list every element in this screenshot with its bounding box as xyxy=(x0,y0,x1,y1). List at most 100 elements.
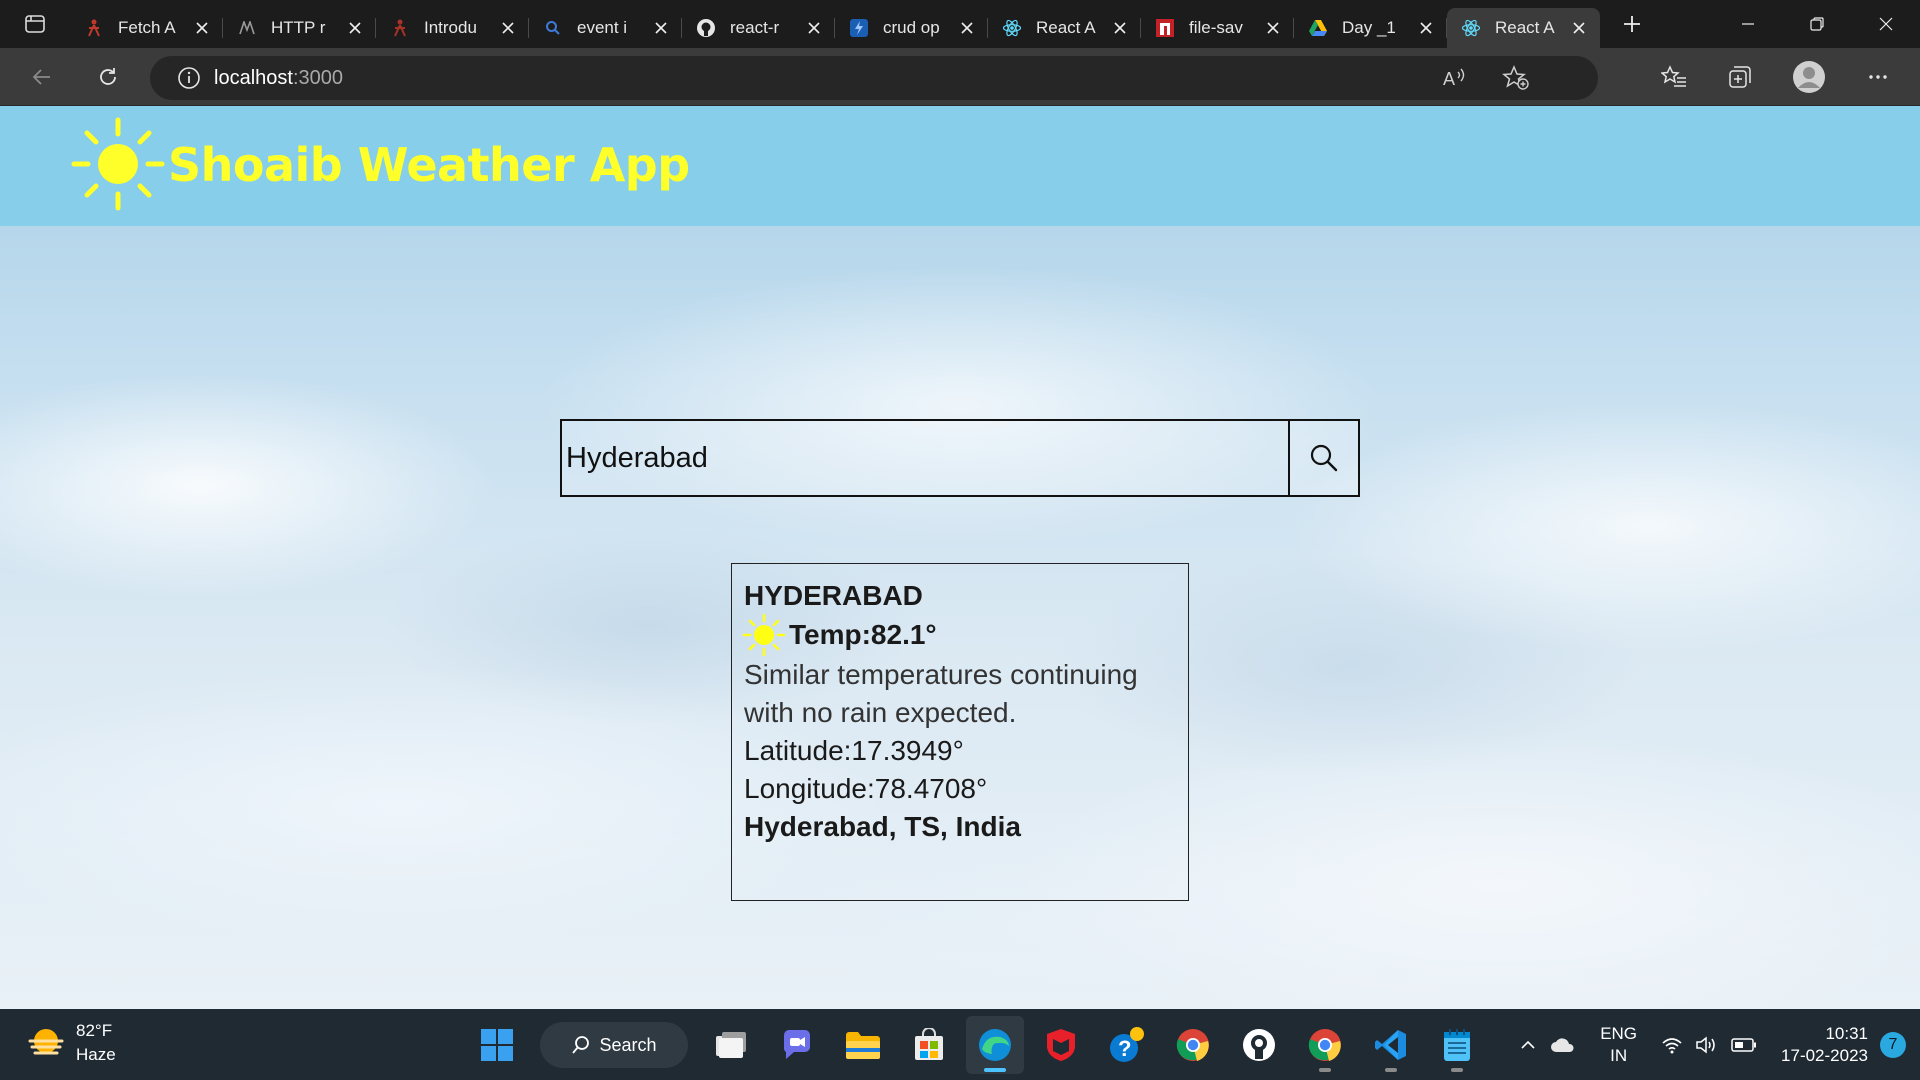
browser-tab-strip: Fetch A HTTP r Introdu event i react-r c… xyxy=(0,0,1920,48)
react-icon xyxy=(1002,18,1022,38)
running-indicator xyxy=(1451,1068,1463,1072)
minimize-icon xyxy=(1741,23,1754,25)
tab-title: Introdu xyxy=(424,18,477,37)
browser-tab[interactable]: event i xyxy=(529,8,682,48)
read-aloud-icon[interactable]: A xyxy=(1442,66,1468,95)
language-code: ENG xyxy=(1600,1023,1638,1043)
city-name: HYDERABAD xyxy=(744,580,923,611)
collections-button[interactable] xyxy=(1718,55,1762,99)
folder-icon xyxy=(846,1032,880,1059)
city-search-form xyxy=(560,419,1360,497)
edge-icon xyxy=(979,1029,1011,1061)
mcafee-button[interactable] xyxy=(1032,1016,1090,1074)
weather-widget[interactable]: 82°F Haze xyxy=(26,1019,116,1067)
notepad-icon xyxy=(1444,1029,1470,1061)
edge-browser-button[interactable] xyxy=(966,1016,1024,1074)
browser-tab[interactable]: Introdu xyxy=(376,8,529,48)
address-bar[interactable]: localhost:3000 A xyxy=(150,56,1598,100)
close-tab-icon[interactable] xyxy=(1415,17,1437,39)
vscode-button[interactable] xyxy=(1362,1016,1420,1074)
browser-tab[interactable]: react-r xyxy=(682,8,835,48)
close-tab-icon[interactable] xyxy=(344,17,366,39)
get-help-button[interactable]: ? xyxy=(1098,1016,1156,1074)
close-tab-icon[interactable] xyxy=(803,17,825,39)
collections-icon xyxy=(1729,66,1751,88)
github-desktop-button[interactable] xyxy=(1230,1016,1288,1074)
weather-widget-temp: 82°F xyxy=(76,1021,113,1040)
tab-title: Day _1 xyxy=(1342,18,1396,37)
microsoft-store-button[interactable] xyxy=(900,1016,958,1074)
plus-icon xyxy=(1624,16,1640,32)
stackblitz-icon xyxy=(849,18,869,38)
input-language-button[interactable]: ENG IN xyxy=(1600,1023,1637,1067)
tab-actions-icon xyxy=(25,15,45,33)
favorites-list-icon xyxy=(1661,65,1686,87)
restore-button[interactable] xyxy=(1782,0,1851,48)
clock-button[interactable]: 10:31 17-02-2023 xyxy=(1781,1023,1868,1067)
close-tab-icon[interactable] xyxy=(191,17,213,39)
browser-tab[interactable]: crud op xyxy=(835,8,988,48)
new-tab-button[interactable] xyxy=(1608,4,1656,44)
tab-title: HTTP r xyxy=(271,18,326,37)
notepad-button[interactable] xyxy=(1428,1016,1486,1074)
browser-toolbar: localhost:3000 A xyxy=(0,48,1920,106)
close-tab-icon[interactable] xyxy=(1262,17,1284,39)
windows-logo-icon xyxy=(481,1029,513,1061)
settings-menu-button[interactable] xyxy=(1856,55,1900,99)
task-view-button[interactable] xyxy=(702,1016,760,1074)
close-tab-icon[interactable] xyxy=(650,17,672,39)
browser-tab[interactable]: Fetch A xyxy=(70,8,223,48)
weather-result-card: HYDERABAD Temp:82.1° Similar temperature… xyxy=(731,563,1189,901)
show-hidden-icons-button[interactable] xyxy=(1518,1035,1538,1055)
address-url: localhost:3000 xyxy=(214,67,343,90)
speaker-icon xyxy=(1696,1035,1715,1054)
minimize-button[interactable] xyxy=(1713,0,1782,48)
sunny-weather-icon xyxy=(742,613,786,657)
city-search-input[interactable] xyxy=(562,421,1288,495)
teams-chat-button[interactable] xyxy=(768,1016,826,1074)
onedrive-button[interactable] xyxy=(1550,1036,1576,1054)
browser-tab-active[interactable]: React A xyxy=(1447,8,1600,48)
search-button[interactable] xyxy=(1288,421,1358,495)
tab-title: file-sav xyxy=(1189,18,1243,37)
battery-button[interactable] xyxy=(1731,1037,1757,1053)
favorites-button[interactable] xyxy=(1652,55,1696,99)
close-tab-icon[interactable] xyxy=(497,17,519,39)
tab-title: crud op xyxy=(883,18,940,37)
volume-button[interactable] xyxy=(1695,1035,1719,1055)
site-info-icon[interactable] xyxy=(164,66,214,90)
tab-title: React A xyxy=(1036,18,1096,37)
back-button[interactable] xyxy=(20,55,64,99)
tab-actions-button[interactable] xyxy=(0,0,70,48)
browser-tab[interactable]: HTTP r xyxy=(223,8,376,48)
taskbar-apps: Search ? xyxy=(464,1016,1490,1074)
browser-tab[interactable]: Day _1 xyxy=(1294,8,1447,48)
app-title: Shoaib Weather App xyxy=(168,138,690,192)
wifi-button[interactable] xyxy=(1661,1035,1683,1055)
running-indicator xyxy=(1385,1068,1397,1072)
refresh-icon xyxy=(100,68,116,85)
mcafee-shield-icon xyxy=(1047,1029,1075,1061)
add-favorite-icon[interactable] xyxy=(1502,65,1530,96)
temperature-row: Temp:82.1° xyxy=(742,613,1176,657)
clock-time: 10:31 xyxy=(1825,1023,1868,1043)
window-controls xyxy=(1713,0,1920,48)
close-window-button[interactable] xyxy=(1851,0,1920,48)
start-button[interactable] xyxy=(468,1016,526,1074)
browser-tab[interactable]: React A xyxy=(988,8,1141,48)
refresh-button[interactable] xyxy=(86,55,130,99)
browser-tab[interactable]: file-sav xyxy=(1141,8,1294,48)
github-icon xyxy=(1243,1029,1275,1061)
close-tab-icon[interactable] xyxy=(1109,17,1131,39)
app-header: Shoaib Weather App xyxy=(0,106,1920,226)
close-tab-icon[interactable] xyxy=(1568,17,1590,39)
notification-center-button[interactable]: 7 xyxy=(1880,1031,1906,1058)
search-icon xyxy=(572,1036,590,1054)
chrome-button[interactable] xyxy=(1164,1016,1222,1074)
wifi-icon xyxy=(1662,1037,1682,1053)
taskbar-search-button[interactable]: Search xyxy=(540,1022,688,1068)
chrome-profile-button[interactable] xyxy=(1296,1016,1354,1074)
profile-button[interactable] xyxy=(1787,55,1831,99)
file-explorer-button[interactable] xyxy=(834,1016,892,1074)
close-tab-icon[interactable] xyxy=(956,17,978,39)
